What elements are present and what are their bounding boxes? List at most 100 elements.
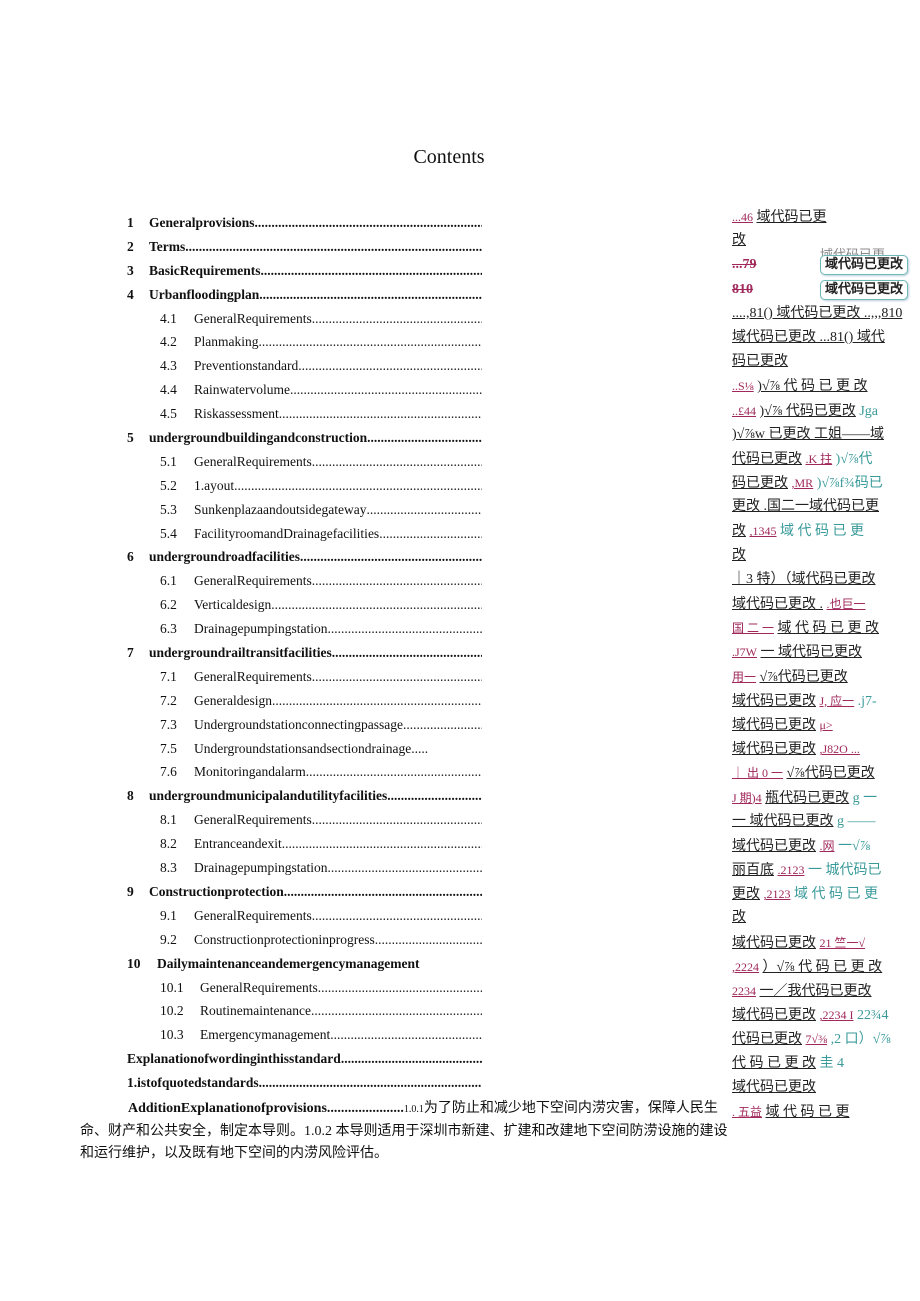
toc-entry-number: 5 (127, 430, 134, 446)
field-code-changed-text: 一 域代码已更改 (732, 813, 834, 829)
revision-annotation-line: ..S⅛ )√⅞ 代 码 已 更 改 (732, 374, 912, 398)
field-code-changed-text: 域代码已更改 (732, 1008, 816, 1024)
revision-annotation-line: 域代码已更改 .网 一√⅞ (732, 834, 912, 858)
toc-entry[interactable]: 9.2 Constructionprotectioninprogress (127, 928, 482, 952)
toc-entry[interactable]: 6.1 GeneralRequirements (127, 569, 482, 593)
page-number: 2234 (732, 984, 756, 998)
toc-entry[interactable]: 9 Constructionprotection (127, 880, 482, 904)
dot-leader (312, 904, 482, 928)
toc-entry[interactable]: 5.1 GeneralRequirements (127, 450, 482, 474)
page-number: μ> (819, 717, 833, 732)
toc-entry[interactable]: 1.istofquotedstandards (127, 1071, 482, 1095)
revision-annotation-line: ..£44 )√⅞ 代码已更改 Jga (732, 399, 912, 423)
toc-entry-number: 5.1 (160, 453, 177, 469)
toc-entry[interactable]: 7.3 Undergroundstationconnectingpassage (127, 713, 482, 737)
annotation-tail: .j7- (857, 693, 877, 709)
toc-entry[interactable]: 1 Generalprovisions (127, 211, 482, 235)
page-number: 810 (732, 281, 753, 297)
revision-annotation-line: 代码已更改 .K 拄 )√⅞代 (732, 447, 912, 471)
page-number: .K 拄 (805, 451, 833, 466)
field-code-changed-text: 码已更改 (732, 354, 788, 370)
field-code-changed-text: 域代码已更改 . (732, 597, 823, 612)
revision-annotation-line: )√⅞w 已更改 工姐——域 (732, 423, 912, 447)
toc-entry[interactable]: 2 Terms (127, 235, 482, 259)
page-number: ,2224 (732, 959, 759, 974)
toc-entry[interactable]: 5.2 1.ayout (127, 474, 482, 498)
page-number: .J7W (732, 645, 757, 660)
toc-entry[interactable]: 7.2 Generaldesign (127, 689, 482, 713)
toc-entry-label: Sunkenplazaandoutsidegateway (194, 501, 367, 517)
field-code-changed-text: 更改 (732, 887, 760, 903)
field-code-changed-text: 域代码已更改 (732, 717, 816, 733)
toc-entry[interactable]: 8.3 Drainagepumpingstation (127, 856, 482, 880)
toc-entry-number: 5.2 (160, 477, 177, 493)
toc-entry[interactable]: 8.1 GeneralRequirements (127, 808, 482, 832)
dot-leader (298, 354, 482, 378)
toc-entry[interactable]: 5.3 Sunkenplazaandoutsidegateway (127, 498, 482, 522)
toc-entry-number: 4.2 (160, 334, 177, 350)
toc-entry-number: 10.1 (160, 979, 184, 995)
toc-entry[interactable]: 3 BasicRequirements (127, 259, 482, 283)
toc-entry[interactable]: 4.4 Rainwatervolume (127, 378, 482, 402)
toc-entry[interactable]: 10.1 GeneralRequirements (127, 976, 482, 1000)
dot-leader (387, 784, 482, 808)
toc-entry[interactable]: 10.2 Routinemaintenance (127, 999, 482, 1023)
toc-entry[interactable]: 4.2 Planmaking (127, 330, 482, 354)
toc-entry-label: 1.istofquotedstandards (127, 1075, 259, 1091)
toc-entry[interactable]: 4.1 GeneralRequirements (127, 307, 482, 331)
toc-entry[interactable]: 4 Urbanfloodingplan (127, 283, 482, 307)
annotation-tail: 一 城代码已 (808, 863, 882, 879)
revision-annotation-line: ....,81() 域代码已更改 ..,,,810 (732, 302, 912, 326)
toc-entry-label: GeneralRequirements (194, 453, 312, 469)
toc-entry-label: GeneralRequirements (200, 979, 318, 995)
field-code-changed-text: 代码已更改 (732, 451, 802, 467)
toc-entry[interactable]: 5 undergroundbuildingandconstruction (127, 426, 482, 450)
toc-entry-number: 1 (127, 215, 134, 230)
toc-entry[interactable]: 7.5 Undergroundstationsandsectiondrainage… (127, 737, 482, 761)
annotation-tail: )√⅞代 (835, 451, 873, 467)
toc-entry-number: 7.3 (160, 716, 177, 732)
toc-entry[interactable]: 4.5 Riskassessment (127, 402, 482, 426)
toc-entry-label: Emergencymanagement (200, 1027, 331, 1043)
annotation-tail: g 一 (852, 790, 878, 806)
toc-entry[interactable]: 6.3 Drainagepumpingstation (127, 617, 482, 641)
revision-annotation-line: 改 (732, 906, 912, 930)
revision-annotation-line: 域代码已更改 (732, 1076, 912, 1100)
toc-entry[interactable]: 7.6 Monitoringandalarm (127, 760, 482, 784)
dot-leader (261, 259, 483, 283)
toc-entry-label: Planmaking (194, 334, 259, 350)
toc-entry[interactable]: 7 undergroundrailtransitfacilities (127, 641, 482, 665)
toc-entry-number: 6.3 (160, 621, 177, 637)
toc-entry[interactable]: 10 Dailymaintenanceandemergencymanagement (127, 952, 482, 976)
toc-entry[interactable]: 7.1 GeneralRequirements (127, 665, 482, 689)
toc-entry[interactable]: Explanationofwordinginthisstandard (127, 1047, 482, 1071)
revision-balloon[interactable]: 域代码已更改 (820, 255, 909, 276)
revision-annotation-line: ｜3 特）（域代码已更改 (732, 568, 912, 592)
dot-leader (271, 593, 482, 617)
page-number: J, 应一 (819, 693, 855, 708)
addition-explanation-heading[interactable]: AdditionExplanationofprovisions.........… (80, 1101, 404, 1116)
revision-balloon[interactable]: 域代码已更改 (820, 279, 909, 300)
dot-leader (366, 498, 482, 522)
revision-annotation-line: 域代码已更改 ,J82O ... (732, 737, 912, 761)
toc-entry[interactable]: 8.2 Entranceandexit (127, 832, 482, 856)
toc-entry-label: 1.ayout (194, 477, 235, 493)
toc-entry[interactable]: 4.3 Preventionstandard (127, 354, 482, 378)
field-code-changed-text: 代 码 已 更 改 (732, 1055, 816, 1071)
toc-entry[interactable]: 8 undergroundmunicipalandutilityfacilitie… (127, 784, 482, 808)
toc-entry-label: Verticaldesign (194, 597, 272, 613)
toc-entry-number: 7.6 (160, 764, 177, 780)
page-number: .也巨一 (826, 597, 866, 611)
toc-entry[interactable]: 9.1 GeneralRequirements (127, 904, 482, 928)
toc-entry[interactable]: 6.2 Verticaldesign (127, 593, 482, 617)
toc-entry[interactable]: 6 undergroundroadfacilities (127, 545, 482, 569)
field-code-changed-text: ）√⅞ 代 码 已 更 改 (762, 959, 883, 975)
dot-leader (312, 307, 482, 331)
field-code-changed-text: 域代码已更改 (732, 742, 816, 758)
toc-entry[interactable]: 5.4 FacilityroomandDrainagefacilities (127, 522, 482, 546)
dot-leader (312, 665, 482, 689)
page-number: ｜ 出 0 一 (732, 766, 784, 781)
toc-entry[interactable]: 10.3 Emergencymanagement (127, 1023, 482, 1047)
annotation-tail: 域 代 码 已 更 (780, 524, 864, 540)
page-number: 用一 (732, 669, 757, 684)
